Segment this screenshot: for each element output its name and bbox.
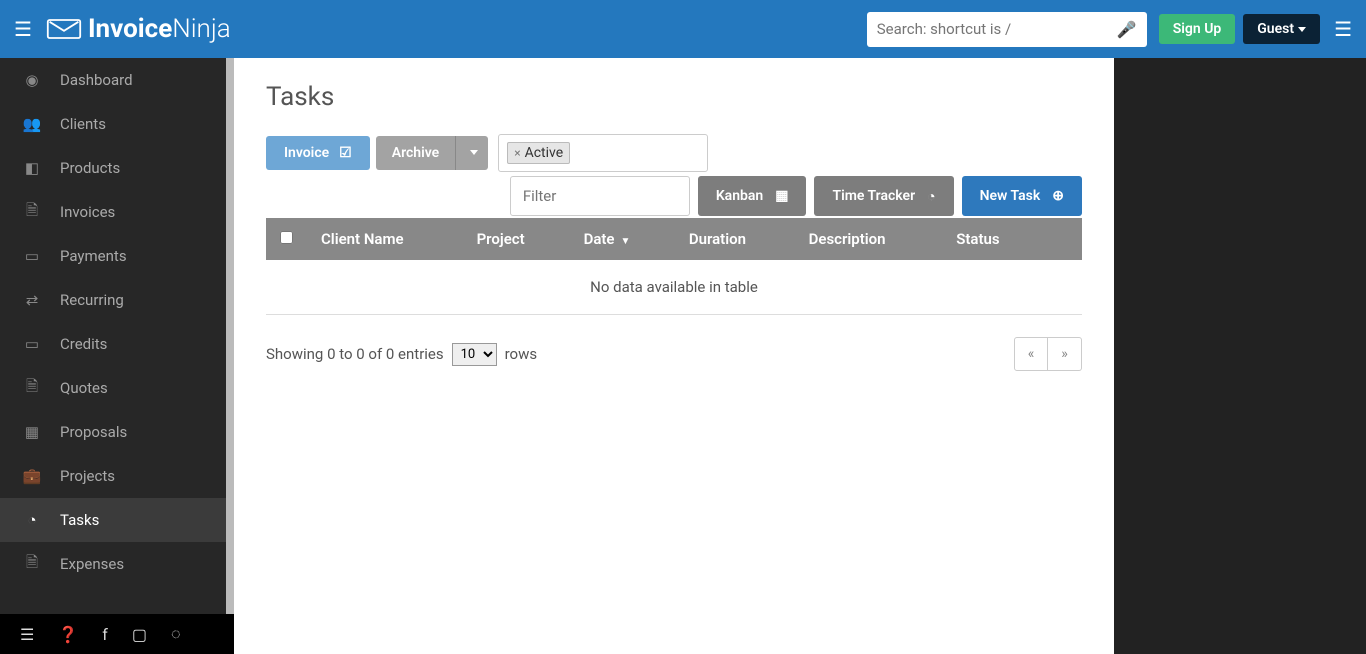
twitter-icon[interactable]: ▢: [132, 625, 147, 644]
header-bar: ☰ InvoiceNinja 🎤 Sign Up Guest ☰: [0, 0, 1366, 58]
plus-icon: ⊕: [1052, 188, 1064, 204]
signup-button[interactable]: Sign Up: [1159, 14, 1236, 44]
column-actions: [1043, 218, 1082, 260]
sidebar-item-tasks[interactable]: ◔ Tasks: [0, 498, 226, 542]
column-project[interactable]: Project: [463, 218, 570, 260]
sidebar-item-label: Tasks: [60, 511, 99, 529]
logo-text-light: Ninja: [172, 14, 231, 44]
clock-icon: ◔: [927, 188, 935, 205]
clock-icon: ◔: [22, 511, 42, 529]
logo-text-bold: Invoice: [88, 14, 172, 44]
envelope-icon: [46, 18, 82, 40]
help-icon[interactable]: ❓: [58, 625, 78, 644]
sidebar-item-proposals[interactable]: ▦ Proposals: [0, 410, 226, 454]
sidebar-item-recurring[interactable]: ⇄ Recurring: [0, 278, 226, 322]
sidebar-item-label: Recurring: [60, 291, 124, 309]
sidebar-item-label: Invoices: [60, 203, 115, 221]
sidebar-item-credits[interactable]: ▭ Credits: [0, 322, 226, 366]
facebook-icon[interactable]: f: [102, 625, 108, 644]
cube-icon: ◧: [22, 159, 42, 177]
pagination: « »: [1014, 337, 1082, 371]
sidebar-item-label: Quotes: [60, 379, 108, 397]
prev-page-button[interactable]: «: [1014, 337, 1048, 371]
column-description[interactable]: Description: [795, 218, 943, 260]
file-icon: 🗎: [22, 552, 42, 577]
tasks-table: Client Name Project Date ▼ Duration Descr…: [266, 218, 1082, 315]
sidebar-item-label: Proposals: [60, 423, 127, 441]
main-content: Tasks Invoice ☑ Archive × Active Kanban ▦ T…: [234, 58, 1114, 654]
caret-down-icon: [470, 150, 478, 155]
exchange-icon: ⇄: [22, 291, 42, 309]
column-date-label: Date: [584, 230, 615, 248]
sidebar-item-products[interactable]: ◧ Products: [0, 146, 226, 190]
sidebar-footer: ☰ ❓ f ▢ ◌: [0, 614, 234, 654]
next-page-button[interactable]: »: [1048, 337, 1082, 371]
grid-icon: ▦: [22, 423, 42, 441]
archive-button[interactable]: Archive: [376, 136, 455, 170]
search-container: 🎤: [867, 12, 1147, 47]
caret-down-icon: [1298, 27, 1306, 32]
users-icon: 👥: [22, 115, 42, 133]
dashboard-icon: ◉: [22, 71, 42, 89]
status-tag: × Active: [507, 142, 570, 164]
sidebar-item-payments[interactable]: ▭ Payments: [0, 234, 226, 278]
sidebar-item-label: Credits: [60, 335, 107, 353]
status-filter[interactable]: × Active: [498, 134, 708, 172]
sidebar-item-label: Dashboard: [60, 71, 133, 89]
column-date[interactable]: Date ▼: [570, 218, 675, 260]
column-duration[interactable]: Duration: [675, 218, 795, 260]
page-title: Tasks: [266, 82, 1082, 112]
hamburger-icon[interactable]: ☰: [14, 17, 32, 41]
guest-dropdown[interactable]: Guest: [1243, 14, 1320, 44]
kanban-button-label: Kanban: [716, 188, 763, 204]
file-icon: 🗎: [22, 376, 42, 401]
status-tag-label: Active: [525, 145, 564, 161]
filter-input[interactable]: [510, 176, 690, 216]
right-gutter: [1114, 58, 1366, 654]
logo[interactable]: InvoiceNinja: [46, 14, 231, 44]
sidebar-item-clients[interactable]: 👥 Clients: [0, 102, 226, 146]
kanban-button[interactable]: Kanban ▦: [698, 176, 807, 216]
sidebar: ◉Dashboard 👥Clients ◧Products 🗎Invoices …: [0, 58, 234, 654]
rows-label: rows: [505, 345, 538, 363]
card-icon: ▭: [22, 247, 42, 265]
list-icon[interactable]: ☰: [20, 625, 34, 644]
sidebar-item-label: Products: [60, 159, 120, 177]
sort-desc-icon: ▼: [621, 236, 631, 247]
sidebar-item-label: Expenses: [60, 555, 124, 573]
guest-label: Guest: [1257, 21, 1294, 37]
file-icon: 🗎: [22, 200, 42, 225]
entries-info: Showing 0 to 0 of 0 entries: [266, 345, 444, 363]
select-all-checkbox[interactable]: [280, 231, 293, 244]
invoice-button-label: Invoice: [284, 145, 329, 161]
time-tracker-label: Time Tracker: [832, 188, 915, 204]
check-icon: ☑: [339, 145, 352, 161]
github-icon[interactable]: ◌: [171, 624, 181, 644]
sidebar-item-label: Projects: [60, 467, 115, 485]
card-icon: ▭: [22, 335, 42, 353]
sidebar-item-invoices[interactable]: 🗎 Invoices: [0, 190, 226, 234]
briefcase-icon: 💼: [22, 467, 42, 485]
microphone-icon[interactable]: 🎤: [1117, 20, 1137, 39]
new-task-button[interactable]: New Task ⊕: [962, 176, 1082, 216]
sidebar-item-projects[interactable]: 💼 Projects: [0, 454, 226, 498]
table-footer: Showing 0 to 0 of 0 entries 10 rows « »: [266, 337, 1082, 371]
sidebar-item-expenses[interactable]: 🗎 Expenses: [0, 542, 226, 586]
search-input[interactable]: [877, 20, 1117, 38]
new-task-label: New Task: [980, 188, 1041, 204]
column-status[interactable]: Status: [942, 218, 1042, 260]
column-client-name[interactable]: Client Name: [307, 218, 463, 260]
grid-icon: ▦: [775, 188, 788, 204]
empty-message: No data available in table: [266, 260, 1082, 315]
sidebar-item-label: Payments: [60, 247, 127, 265]
sidebar-item-quotes[interactable]: 🗎 Quotes: [0, 366, 226, 410]
hamburger-right-icon[interactable]: ☰: [1334, 17, 1352, 41]
archive-dropdown[interactable]: [455, 136, 488, 170]
tag-remove-icon[interactable]: ×: [514, 146, 520, 160]
invoice-button[interactable]: Invoice ☑: [266, 136, 370, 170]
time-tracker-button[interactable]: Time Tracker ◔: [814, 176, 953, 216]
sidebar-item-dashboard[interactable]: ◉ Dashboard: [0, 58, 226, 102]
sidebar-item-label: Clients: [60, 115, 106, 133]
page-size-select[interactable]: 10: [452, 343, 497, 366]
